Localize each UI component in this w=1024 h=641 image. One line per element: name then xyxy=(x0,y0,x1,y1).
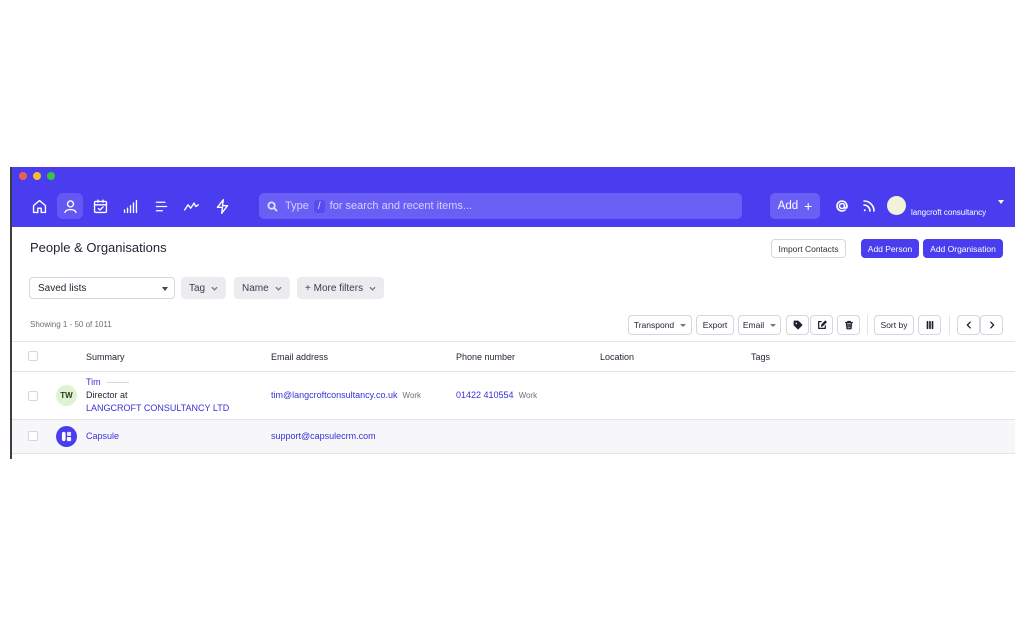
add-button-label: Add xyxy=(778,200,798,212)
email-link[interactable]: tim@langcroftconsultancy.co.uk xyxy=(271,390,398,400)
tag-filter[interactable]: Tag xyxy=(181,277,226,299)
column-header-summary[interactable]: Summary xyxy=(86,352,125,362)
close-window-button[interactable] xyxy=(19,172,27,180)
edit-button[interactable] xyxy=(810,315,833,335)
capsule-logo-icon xyxy=(61,431,72,442)
person-icon[interactable] xyxy=(57,193,83,219)
email-button[interactable]: Email xyxy=(738,315,781,335)
organisation-name-link[interactable]: Capsule xyxy=(86,431,119,441)
plus-icon: + xyxy=(804,199,812,213)
account-name[interactable]: langcroft consultancy xyxy=(911,208,986,217)
column-header-location[interactable]: Location xyxy=(600,352,634,362)
delete-button[interactable] xyxy=(837,315,860,335)
row-checkbox[interactable] xyxy=(28,391,38,401)
list-icon[interactable] xyxy=(148,193,174,219)
account-caret-icon[interactable] xyxy=(998,200,1004,204)
contact-name-link[interactable]: Tim xyxy=(86,377,101,387)
columns-icon xyxy=(925,320,935,330)
columns-button[interactable] xyxy=(918,315,941,335)
app-window: Type / for search and recent items... Ad… xyxy=(10,167,1015,459)
transpond-label: Transpond xyxy=(634,320,674,330)
avatar: TW xyxy=(56,385,77,406)
chevron-down-icon xyxy=(162,287,168,291)
row-checkbox[interactable] xyxy=(28,431,38,441)
minimize-window-button[interactable] xyxy=(33,172,41,180)
tag-icon xyxy=(793,320,803,330)
tag-filter-label: Tag xyxy=(189,283,205,294)
export-button[interactable]: Export xyxy=(696,315,734,335)
chevron-left-icon xyxy=(964,320,974,330)
phone-type: Work xyxy=(519,391,538,400)
mentions-icon[interactable] xyxy=(835,199,849,213)
calendar-icon[interactable] xyxy=(87,193,113,219)
previous-page-button[interactable] xyxy=(957,315,980,335)
toolbar-divider xyxy=(949,315,950,335)
trash-icon xyxy=(844,320,854,330)
tag-button[interactable] xyxy=(786,315,809,335)
name-filter[interactable]: Name xyxy=(234,277,290,299)
home-icon[interactable] xyxy=(26,193,52,219)
transpond-button[interactable]: Transpond xyxy=(628,315,692,335)
name-filter-label: Name xyxy=(242,283,269,294)
edit-icon xyxy=(817,320,827,330)
toolbar-divider xyxy=(867,315,868,335)
email-link[interactable]: support@capsulecrm.com xyxy=(271,431,376,441)
import-contacts-button[interactable]: Import Contacts xyxy=(771,239,846,258)
chevron-right-icon xyxy=(987,320,997,330)
phone-cell: 01422 410554 Work xyxy=(456,390,537,400)
next-page-button[interactable] xyxy=(980,315,1003,335)
more-filters-button[interactable]: + More filters xyxy=(297,277,384,299)
bar-chart-icon[interactable] xyxy=(117,193,143,219)
search-icon xyxy=(267,201,278,212)
chevron-down-icon xyxy=(369,285,376,292)
chevron-down-icon xyxy=(211,285,218,292)
bolt-icon[interactable] xyxy=(209,193,235,219)
maximize-window-button[interactable] xyxy=(47,172,55,180)
contact-role: Director at xyxy=(86,390,128,400)
search-placeholder-prefix: Type xyxy=(285,200,309,212)
trend-icon[interactable] xyxy=(178,193,204,219)
title-bar xyxy=(12,167,1015,185)
add-person-button[interactable]: Add Person xyxy=(861,239,919,258)
caret-down-icon xyxy=(680,324,686,327)
page-title: People & Organisations xyxy=(30,240,167,255)
email-type: Work xyxy=(403,391,422,400)
column-header-tags[interactable]: Tags xyxy=(751,352,770,362)
caret-down-icon xyxy=(770,324,776,327)
email-label: Email xyxy=(743,320,764,330)
organisation-avatar xyxy=(56,426,77,447)
column-header-email[interactable]: Email address xyxy=(271,352,328,362)
more-filters-label: + More filters xyxy=(305,283,363,294)
column-header-phone[interactable]: Phone number xyxy=(456,352,515,362)
add-organisation-button[interactable]: Add Organisation xyxy=(923,239,1003,258)
name-underline xyxy=(107,382,129,383)
search-placeholder-suffix: for search and recent items... xyxy=(330,200,472,212)
table-row[interactable]: TW Tim Director at LANGCROFT CONSULTANCY… xyxy=(12,372,1015,420)
table-row[interactable]: Capsule support@capsulecrm.com xyxy=(12,420,1015,454)
account-avatar[interactable] xyxy=(887,196,906,215)
chevron-down-icon xyxy=(275,285,282,292)
table-header: Summary Email address Phone number Locat… xyxy=(12,341,1015,372)
contacts-table: Summary Email address Phone number Locat… xyxy=(12,341,1015,454)
add-button[interactable]: Add + xyxy=(770,193,820,219)
sort-by-button[interactable]: Sort by xyxy=(874,315,914,335)
top-navigation: Type / for search and recent items... Ad… xyxy=(12,185,1015,227)
search-shortcut-key: / xyxy=(314,200,325,213)
saved-lists-label: Saved lists xyxy=(38,283,86,294)
organisation-link[interactable]: LANGCROFT CONSULTANCY LTD xyxy=(86,403,229,413)
phone-link[interactable]: 01422 410554 xyxy=(456,390,514,400)
select-all-checkbox[interactable] xyxy=(28,351,38,361)
search-input[interactable]: Type / for search and recent items... xyxy=(259,193,742,219)
email-cell: tim@langcroftconsultancy.co.uk Work xyxy=(271,390,421,400)
results-count: Showing 1 - 50 of 1011 xyxy=(30,320,112,329)
feed-icon[interactable] xyxy=(862,199,876,213)
saved-lists-select[interactable]: Saved lists xyxy=(29,277,175,299)
